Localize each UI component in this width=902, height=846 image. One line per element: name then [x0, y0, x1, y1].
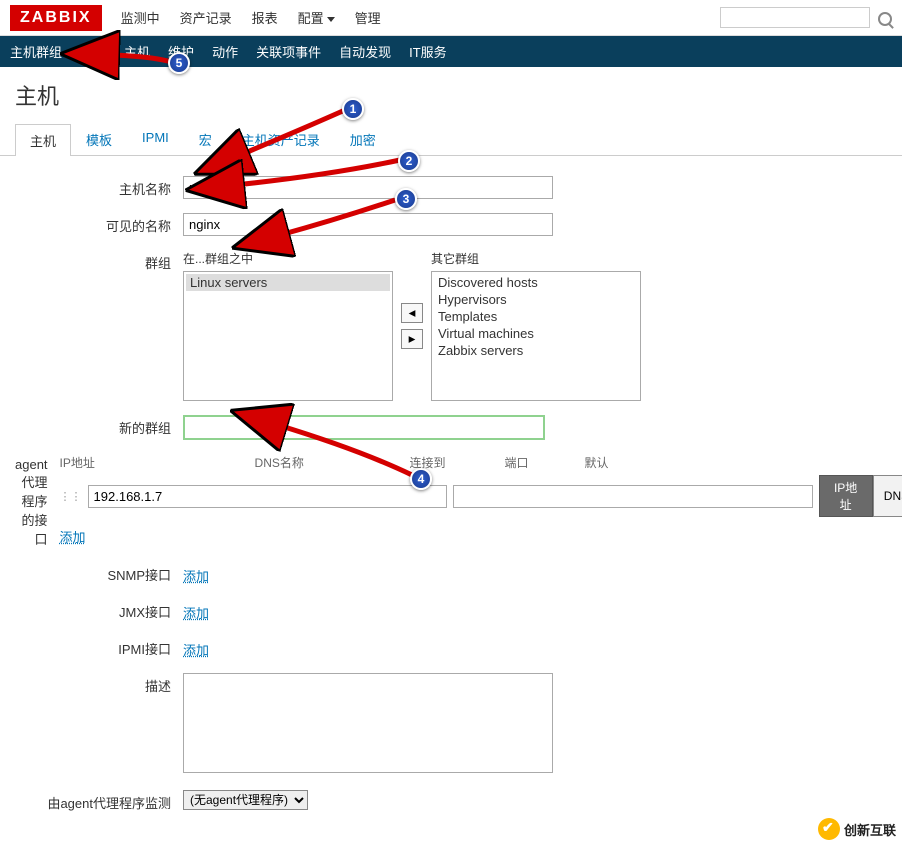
watermark-icon: [818, 818, 840, 840]
callout-5: 5: [168, 52, 190, 74]
label-visiblename: 可见的名称: [15, 213, 183, 235]
tab-macros[interactable]: 宏: [184, 123, 227, 155]
col-port: 端口: [505, 454, 585, 471]
add-snmp-iface-link[interactable]: 添加: [183, 566, 209, 585]
move-right-button[interactable]: ▸: [401, 329, 423, 349]
label-in-groups: 在...群组之中: [183, 250, 393, 267]
nav-monitoring[interactable]: 监测中: [117, 4, 164, 31]
group-item[interactable]: Virtual machines: [434, 325, 638, 342]
subnav-hosts[interactable]: 主机: [124, 42, 150, 61]
top-nav: 监测中 资产记录 报表 配置 管理: [117, 4, 385, 31]
label-jmx-iface: JMX接口: [15, 599, 183, 621]
label-newgroup: 新的群组: [15, 415, 183, 437]
search-icon[interactable]: [878, 12, 892, 26]
callout-2: 2: [398, 150, 420, 172]
connect-dns-button[interactable]: DNS: [873, 475, 902, 517]
search-input[interactable]: [720, 7, 870, 28]
listbox-other-groups[interactable]: Discovered hosts Hypervisors Templates V…: [431, 271, 641, 401]
label-ipmi-iface: IPMI接口: [15, 636, 183, 658]
label-snmp-iface: SNMP接口: [15, 562, 183, 584]
label-hostname: 主机名称: [15, 176, 183, 198]
input-visiblename[interactable]: [183, 213, 553, 236]
input-newgroup[interactable]: [183, 415, 545, 440]
tabs: 主机 模板 IPMI 宏 主机资产记录 加密: [0, 123, 902, 156]
tab-encryption[interactable]: 加密: [335, 123, 391, 155]
label-groups: 群组: [15, 250, 183, 272]
nav-config[interactable]: 配置: [294, 4, 339, 31]
label-agent-iface: agent代理程序的接口: [15, 454, 60, 548]
add-agent-iface-link[interactable]: 添加: [60, 527, 86, 546]
subnav-hostgroups[interactable]: 主机群组: [10, 42, 62, 61]
add-jmx-iface-link[interactable]: 添加: [183, 603, 209, 622]
drag-handle-icon[interactable]: ⋮⋮: [60, 490, 82, 503]
col-ip: IP地址: [60, 454, 255, 471]
input-ip[interactable]: [88, 485, 447, 508]
nav-reports[interactable]: 报表: [248, 4, 282, 31]
group-item[interactable]: Hypervisors: [434, 291, 638, 308]
sub-nav: 主机群组 模板 主机 维护 动作 关联项事件 自动发现 IT服务: [0, 36, 902, 67]
move-left-button[interactable]: ◂: [401, 303, 423, 323]
subnav-templates[interactable]: 模板: [80, 42, 106, 61]
tab-ipmi[interactable]: IPMI: [127, 123, 184, 155]
group-item[interactable]: Discovered hosts: [434, 274, 638, 291]
callout-4: 4: [410, 468, 432, 490]
textarea-description[interactable]: [183, 673, 553, 773]
input-dns[interactable]: [453, 485, 812, 508]
nav-admin[interactable]: 管理: [351, 4, 385, 31]
add-ipmi-iface-link[interactable]: 添加: [183, 640, 209, 659]
col-default: 默认: [585, 454, 645, 471]
label-proxy: 由agent代理程序监测: [15, 790, 183, 812]
watermark-text: 创新互联: [844, 820, 896, 839]
nav-assets[interactable]: 资产记录: [176, 4, 236, 31]
tab-inventory[interactable]: 主机资产记录: [227, 123, 335, 155]
select-proxy[interactable]: (无agent代理程序): [183, 790, 308, 810]
connect-ip-button[interactable]: IP地址: [819, 475, 873, 517]
logo: ZABBIX: [10, 5, 102, 31]
group-item[interactable]: Templates: [434, 308, 638, 325]
subnav-discovery[interactable]: 自动发现: [339, 42, 391, 61]
subnav-actions[interactable]: 动作: [212, 42, 238, 61]
subnav-correlation[interactable]: 关联项事件: [256, 42, 321, 61]
col-dns: DNS名称: [255, 454, 410, 471]
page-title: 主机: [0, 67, 902, 123]
callout-1: 1: [342, 98, 364, 120]
subnav-itservices[interactable]: IT服务: [409, 42, 447, 61]
label-description: 描述: [15, 673, 183, 695]
group-item[interactable]: Zabbix servers: [434, 342, 638, 359]
group-item[interactable]: Linux servers: [186, 274, 390, 291]
callout-3: 3: [395, 188, 417, 210]
tab-templates[interactable]: 模板: [71, 123, 127, 155]
watermark: 创新互联: [818, 818, 896, 840]
tab-host[interactable]: 主机: [15, 124, 71, 156]
listbox-in-groups[interactable]: Linux servers: [183, 271, 393, 401]
label-other-groups: 其它群组: [431, 250, 641, 267]
input-hostname[interactable]: [183, 176, 553, 199]
